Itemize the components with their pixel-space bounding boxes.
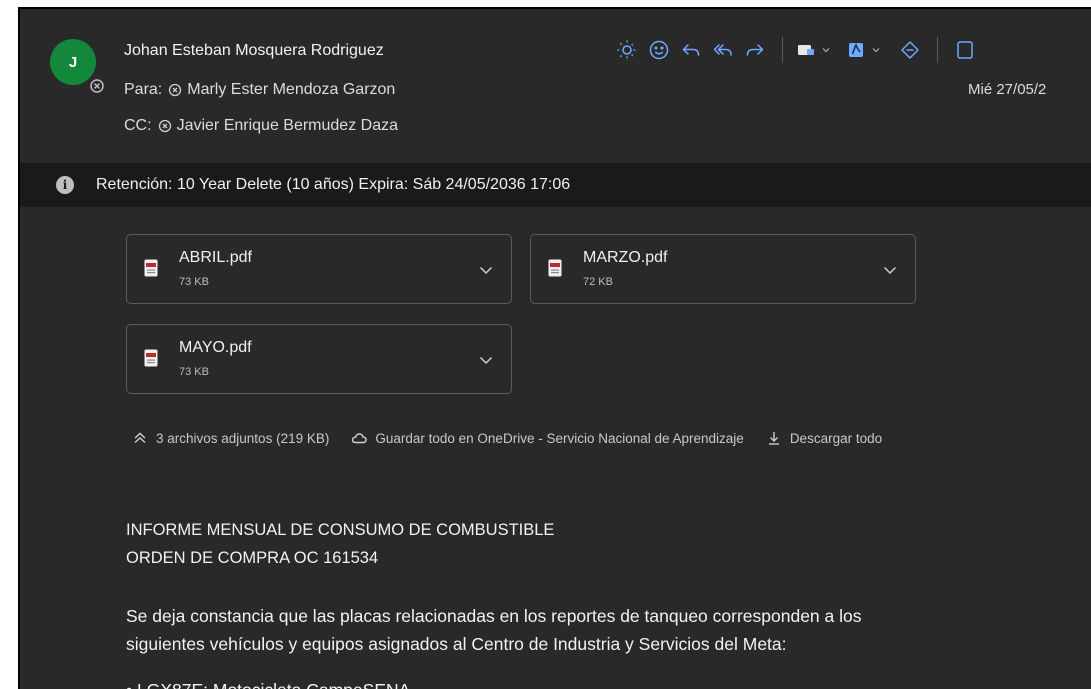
download-all-button[interactable]: Descargar todo [766, 430, 882, 446]
pdf-file-icon [548, 259, 562, 277]
avatar-initial: J [68, 53, 78, 71]
emoji-icon[interactable] [644, 35, 674, 65]
chevron-down-icon [872, 48, 880, 53]
recipient-status-icon [158, 119, 171, 133]
save-all-onedrive-button[interactable]: Guardar todo en OneDrive - Servicio Naci… [351, 430, 744, 446]
to-recipient-chip[interactable]: Marly Ester Mendoza Garzon [168, 81, 395, 99]
attachment-actions: 3 archivos adjuntos (219 KB) Guardar tod… [132, 430, 904, 446]
more-icon[interactable] [950, 35, 980, 65]
message-toolbar [612, 35, 982, 65]
collapse-attachments-button[interactable]: 3 archivos adjuntos (219 KB) [132, 430, 329, 446]
attachment-card[interactable]: ABRIL.pdf 73 KB [126, 234, 512, 304]
presence-status-icon [88, 77, 106, 95]
attachments-summary: 3 archivos adjuntos (219 KB) [156, 430, 330, 446]
cloud-icon [352, 433, 368, 444]
retention-text: Retención: 10 Year Delete (10 años) Expi… [96, 176, 571, 193]
to-label: Para: [124, 81, 163, 98]
download-all-label: Descargar todo [789, 430, 883, 446]
to-recipient-name: Marly Ester Mendoza Garzon [187, 81, 396, 98]
pdf-export-icon [849, 43, 863, 57]
cc-line: CC: Javier Enrique Bermudez Daza [124, 117, 398, 135]
attachment-card[interactable]: MAYO.pdf 73 KB [126, 324, 512, 394]
toolbar-separator [937, 37, 938, 63]
chevron-down-icon[interactable] [477, 351, 495, 369]
chevron-down-icon [822, 48, 830, 53]
info-icon: i [56, 176, 74, 194]
download-icon [768, 432, 779, 445]
purchase-order-title: ORDEN DE COMPRA OC 161534 [126, 549, 379, 567]
report-title: INFORME MENSUAL DE CONSUMO DE COMBUSTIBL… [126, 521, 555, 539]
teams-icon [798, 45, 814, 55]
toolbar-separator [782, 37, 783, 63]
chevron-down-icon[interactable] [477, 261, 495, 279]
cc-label: CC: [124, 117, 152, 134]
tag-icon[interactable] [895, 35, 925, 65]
pdf-export-dropdown[interactable] [845, 39, 881, 61]
cc-recipient-name: Javier Enrique Bermudez Daza [176, 117, 398, 134]
save-onedrive-label: Guardar todo en OneDrive - Servicio Naci… [375, 430, 744, 446]
sender-name[interactable]: Johan Esteban Mosquera Rodriguez [124, 42, 384, 60]
body-paragraph: Se deja constancia que las placas relaci… [126, 602, 1086, 658]
double-chevron-up-icon [134, 432, 146, 444]
body-paragraph-line: Se deja constancia que las placas relaci… [126, 606, 862, 626]
pdf-file-icon [144, 349, 158, 367]
pdf-file-icon [144, 259, 158, 277]
attachment-name: MARZO.pdf [583, 249, 668, 266]
attachment-name: ABRIL.pdf [179, 249, 252, 266]
recipient-status-icon [169, 83, 182, 97]
cc-recipient-chip[interactable]: Javier Enrique Bermudez Daza [158, 117, 398, 135]
sent-date: Mié 27/05/2 [968, 81, 1047, 98]
attachment-size: 73 KB [179, 276, 209, 288]
attachment-card[interactable]: MARZO.pdf 72 KB [530, 234, 916, 304]
attachment-size: 72 KB [583, 276, 613, 288]
to-line: Para: Marly Ester Mendoza Garzon [124, 81, 395, 99]
vehicle-list-item: • LGX87E: Motocicleta CampeSENA [126, 680, 410, 689]
attachment-name: MAYO.pdf [179, 339, 252, 356]
reply-all-icon[interactable] [708, 35, 738, 65]
reply-icon[interactable] [676, 35, 706, 65]
teams-share-dropdown[interactable] [795, 39, 831, 61]
email-reading-pane: J Johan Esteban Mosquera Rodriguez Para:… [18, 7, 1091, 689]
attachment-size: 73 KB [179, 366, 209, 378]
forward-icon[interactable] [740, 35, 770, 65]
retention-policy-bar: i Retención: 10 Year Delete (10 años) Ex… [20, 163, 1091, 207]
chevron-down-icon[interactable] [881, 261, 899, 279]
body-paragraph-line: siguientes vehículos y equipos asignados… [126, 634, 787, 654]
sun-icon[interactable] [612, 35, 642, 65]
